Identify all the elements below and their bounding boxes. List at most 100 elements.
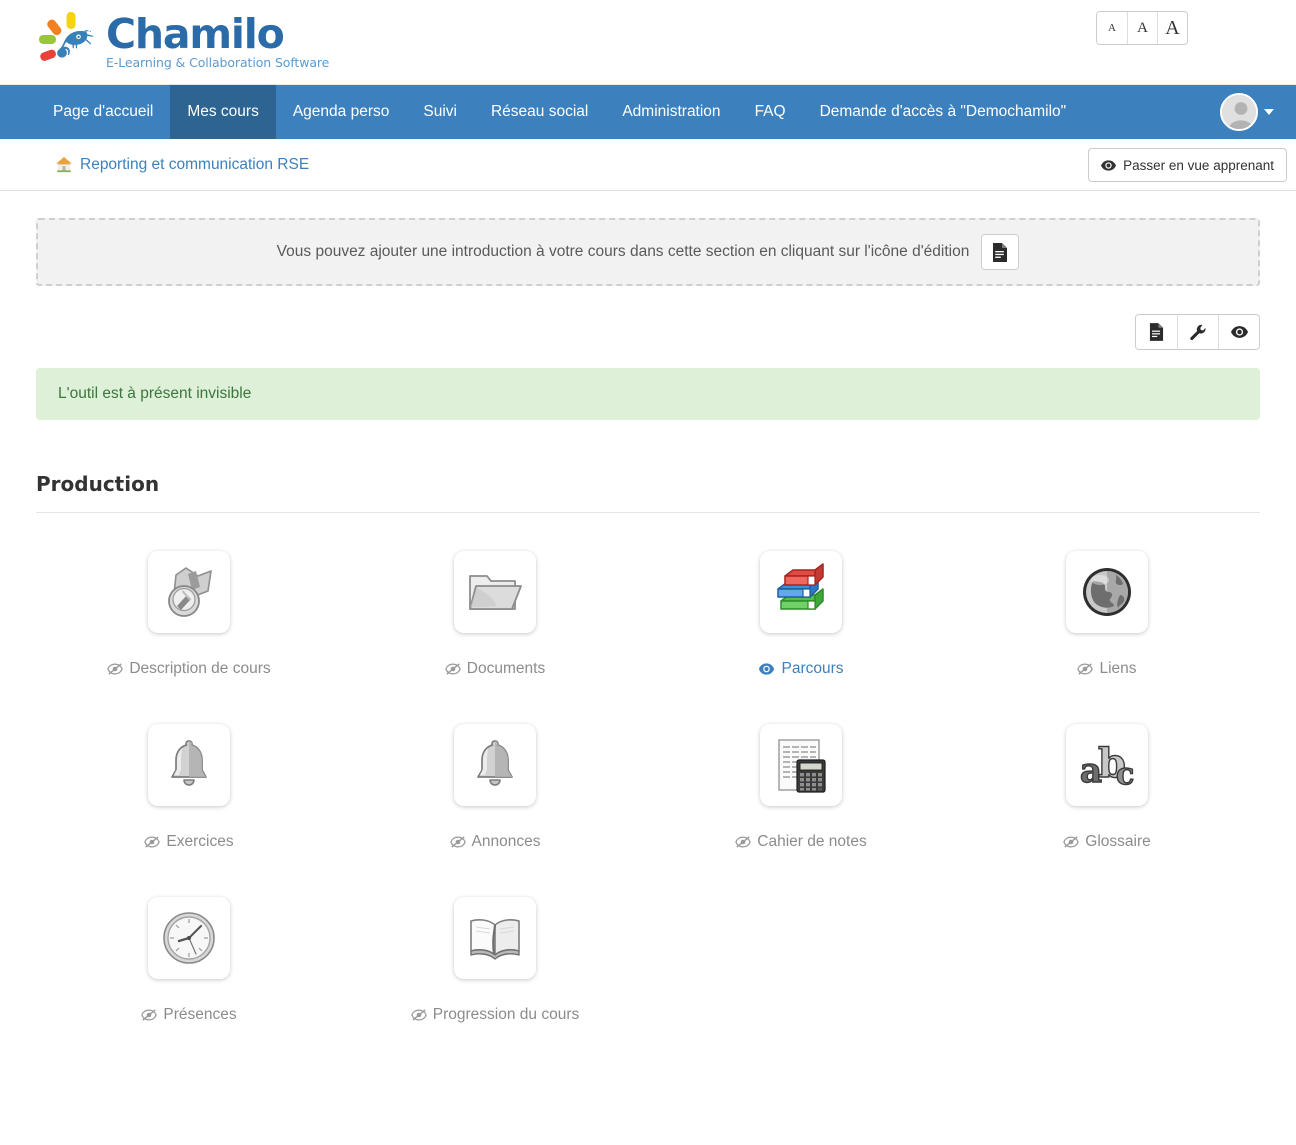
eye-icon — [759, 663, 775, 675]
nav-item-administration[interactable]: Administration — [605, 85, 737, 139]
font-size-large-button[interactable]: A — [1157, 12, 1187, 44]
tool-grid: Description de cours Documents Parcours … — [36, 523, 1260, 1024]
abc-glossary-icon: a b c — [1079, 739, 1135, 792]
tool-item-annonces[interactable]: Annonces — [342, 696, 648, 851]
tool-action-toolbar — [36, 314, 1260, 350]
tool-label-text: Exercices — [166, 833, 234, 850]
bell-icon — [171, 740, 207, 786]
bell-icon — [477, 740, 513, 786]
nav-item-reseau-social[interactable]: Réseau social — [474, 85, 605, 139]
tool-label: Liens — [1077, 660, 1137, 678]
avatar[interactable] — [1220, 93, 1258, 131]
tool-item-glossaire[interactable]: a b c Glossaire — [954, 696, 1260, 851]
tool-label: Description de cours — [107, 660, 271, 678]
clock-icon — [163, 912, 215, 964]
tool-label: Documents — [445, 660, 545, 678]
tool-tile — [760, 724, 842, 806]
open-book-icon — [470, 919, 520, 960]
font-size-switcher[interactable]: A A A — [1096, 11, 1188, 45]
tool-item-progression-du-cours[interactable]: Progression du cours — [342, 869, 648, 1024]
nav-item-suivi[interactable]: Suivi — [406, 85, 474, 139]
font-size-small-button[interactable]: A — [1097, 12, 1127, 44]
document-edit-icon — [1149, 323, 1164, 341]
gradebook-calculator-icon — [778, 739, 826, 793]
eye-slash-icon — [449, 836, 466, 848]
tool-tile — [148, 551, 230, 633]
tool-item-cahier-de-notes[interactable]: Cahier de notes — [648, 696, 954, 851]
section-divider — [36, 512, 1260, 513]
switch-to-student-view-label: Passer en vue apprenant — [1123, 157, 1274, 173]
section-title-production: Production — [36, 472, 160, 496]
eye-icon — [1101, 159, 1117, 171]
edit-introduction-button[interactable] — [981, 234, 1020, 270]
tool-item-parcours[interactable]: Parcours — [648, 523, 954, 678]
tool-tile — [454, 724, 536, 806]
switch-to-student-view-button[interactable]: Passer en vue apprenant — [1088, 148, 1287, 182]
tool-label: Parcours — [758, 660, 844, 678]
tool-tile — [148, 724, 230, 806]
learning-path-books-icon — [777, 563, 824, 610]
folder-icon — [469, 575, 522, 610]
tool-item-liens[interactable]: Liens — [954, 523, 1260, 678]
page-header: Chamilo E-Learning & Collaboration Softw… — [0, 0, 1296, 85]
svg-text:c: c — [1116, 757, 1134, 792]
chevron-down-icon[interactable] — [1264, 109, 1274, 115]
eye-slash-icon — [735, 836, 752, 848]
tool-tile: a b c — [1066, 724, 1148, 806]
eye-slash-icon — [141, 1009, 158, 1021]
user-silhouette-icon — [1222, 95, 1256, 129]
tool-label: Annonces — [449, 833, 541, 851]
course-introduction-text: Vous pouvez ajouter une introduction à v… — [276, 243, 970, 260]
tool-item-exercices[interactable]: Exercices — [36, 696, 342, 851]
tool-item-documents[interactable]: Documents — [342, 523, 648, 678]
main-navigation: Page d'accueil Mes cours Agenda perso Su… — [0, 85, 1296, 139]
tool-label-text: Annonces — [471, 833, 541, 850]
tool-label-text: Progression du cours — [432, 1006, 580, 1023]
settings-tool-button[interactable] — [1177, 315, 1218, 349]
tool-action-button-group — [1135, 314, 1260, 350]
tool-tile — [1066, 551, 1148, 633]
eye-slash-icon — [1077, 663, 1094, 675]
eye-slash-icon — [1063, 836, 1080, 848]
nav-item-faq[interactable]: FAQ — [738, 85, 803, 139]
edit-tool-button[interactable] — [1136, 315, 1177, 349]
breadcrumb: Reporting et communication RSE Passer en… — [0, 139, 1296, 191]
eye-slash-icon — [445, 663, 461, 675]
font-size-medium-button[interactable]: A — [1127, 12, 1157, 44]
tool-label-text: Parcours — [781, 660, 844, 677]
tool-label: Glossaire — [1063, 833, 1151, 851]
eye-slash-icon — [144, 836, 161, 848]
eye-slash-icon — [410, 1009, 427, 1021]
tool-label: Exercices — [144, 833, 234, 851]
nav-item-agenda-perso[interactable]: Agenda perso — [276, 85, 407, 139]
eye-icon — [1230, 326, 1248, 338]
wrench-icon — [1189, 324, 1206, 340]
globe-icon — [1083, 568, 1131, 616]
brand-name: Chamilo — [106, 9, 285, 58]
tool-item-presences[interactable]: Présences — [36, 869, 342, 1024]
nav-item-page-daccueil[interactable]: Page d'accueil — [36, 85, 170, 139]
tool-tile — [148, 897, 230, 979]
tool-label-text: Documents — [466, 660, 546, 677]
tool-tile — [454, 897, 536, 979]
brand-tagline: E-Learning & Collaboration Software — [106, 54, 330, 70]
tool-item-description-de-cours[interactable]: Description de cours — [36, 523, 342, 678]
visibility-tool-button[interactable] — [1218, 315, 1259, 349]
tool-tile — [454, 551, 536, 633]
course-introduction-placeholder: Vous pouvez ajouter une introduction à v… — [36, 218, 1260, 286]
eye-slash-icon — [107, 663, 124, 675]
tool-label-text: Glossaire — [1085, 833, 1151, 850]
tool-label: Progression du cours — [410, 1006, 580, 1024]
nav-item-mes-cours[interactable]: Mes cours — [170, 85, 276, 139]
tool-label-text: Cahier de notes — [757, 833, 867, 850]
home-icon — [56, 157, 72, 173]
tool-label-text: Présences — [163, 1006, 237, 1023]
document-edit-icon — [993, 242, 1008, 262]
course-description-icon — [168, 567, 212, 617]
tool-label: Présences — [141, 1006, 237, 1024]
breadcrumb-course-label: Reporting et communication RSE — [80, 155, 310, 173]
breadcrumb-course-link[interactable]: Reporting et communication RSE — [55, 156, 309, 174]
user-menu[interactable] — [1220, 85, 1274, 139]
nav-item-demande-dacces[interactable]: Demande d'accès à "Demochamilo" — [803, 85, 1084, 139]
brand-logo[interactable]: Chamilo E-Learning & Collaboration Softw… — [36, 11, 329, 71]
